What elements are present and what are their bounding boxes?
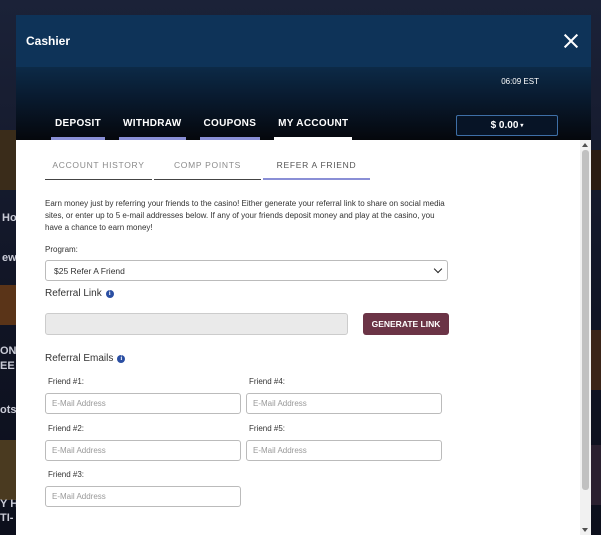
clock: 06:09 EST bbox=[501, 77, 539, 86]
scroll-down-icon[interactable] bbox=[582, 528, 588, 532]
background-thumbnail bbox=[0, 130, 16, 190]
balance-amount: $ 0.00 bbox=[490, 120, 519, 131]
tab-my-account[interactable]: MY ACCOUNT bbox=[274, 118, 353, 140]
friend-2-email-field[interactable]: E-Mail Address bbox=[45, 440, 241, 461]
friend-5-label: Friend #5: bbox=[249, 424, 286, 433]
background-text: EE bbox=[0, 360, 15, 372]
sub-tabs: ACCOUNT HISTORY COMP POINTS REFER A FRIE… bbox=[45, 160, 580, 180]
referral-emails-heading: Referral Emails i bbox=[45, 353, 580, 364]
friend-1-email-field[interactable]: E-Mail Address bbox=[45, 393, 241, 414]
background-text: ots bbox=[0, 404, 17, 416]
caret-down-icon: ▾ bbox=[520, 123, 524, 129]
tab-withdraw[interactable]: WITHDRAW bbox=[119, 118, 186, 140]
scrollbar-thumb[interactable] bbox=[582, 150, 589, 490]
referral-link-field[interactable] bbox=[45, 313, 348, 335]
intro-text: Earn money just by referring your friend… bbox=[45, 199, 445, 232]
referral-emails-title: Referral Emails bbox=[45, 353, 114, 364]
program-select[interactable]: $25 Refer A Friend bbox=[45, 260, 448, 281]
modal-title: Cashier bbox=[26, 34, 71, 48]
tab-account-history[interactable]: ACCOUNT HISTORY bbox=[45, 160, 152, 180]
close-icon[interactable] bbox=[563, 33, 579, 49]
refer-a-friend-panel: ACCOUNT HISTORY COMP POINTS REFER A FRIE… bbox=[16, 140, 580, 535]
referral-link-title: Referral Link bbox=[45, 288, 102, 299]
friend-5-group: Friend #5: E-Mail Address bbox=[246, 424, 443, 461]
friend-4-label: Friend #4: bbox=[249, 377, 286, 386]
main-tabs: DEPOSIT WITHDRAW COUPONS MY ACCOUNT bbox=[51, 118, 353, 140]
scroll-up-icon[interactable] bbox=[582, 143, 588, 147]
friend-3-email-field[interactable]: E-Mail Address bbox=[45, 486, 241, 507]
friend-4-email-field[interactable]: E-Mail Address bbox=[246, 393, 442, 414]
cashier-nav: 06:09 EST DEPOSIT WITHDRAW COUPONS MY AC… bbox=[16, 67, 591, 140]
chevron-down-icon bbox=[433, 264, 443, 274]
friend-email-grid: Friend #1: E-Mail Address Friend #2: E-M… bbox=[45, 377, 580, 527]
background-thumbnail bbox=[0, 285, 16, 325]
program-label: Program: bbox=[45, 245, 78, 254]
balance-dropdown[interactable]: $ 0.00 ▾ bbox=[456, 115, 558, 136]
friend-1-group: Friend #1: E-Mail Address bbox=[45, 377, 242, 414]
background-text: Ho bbox=[2, 212, 17, 224]
content-scrollbar[interactable] bbox=[580, 140, 591, 535]
friend-3-label: Friend #3: bbox=[48, 470, 85, 479]
info-icon[interactable]: i bbox=[105, 289, 114, 298]
friend-1-label: Friend #1: bbox=[48, 377, 85, 386]
background-text: TI- bbox=[0, 512, 14, 524]
friend-4-group: Friend #4: E-Mail Address bbox=[246, 377, 443, 414]
tab-deposit[interactable]: DEPOSIT bbox=[51, 118, 105, 140]
friend-3-group: Friend #3: E-Mail Address bbox=[45, 470, 242, 507]
friend-2-group: Friend #2: E-Mail Address bbox=[45, 424, 242, 461]
tab-refer-a-friend[interactable]: REFER A FRIEND bbox=[263, 160, 370, 180]
friend-5-email-field[interactable]: E-Mail Address bbox=[246, 440, 442, 461]
background-text: ON bbox=[0, 345, 17, 357]
generate-link-button[interactable]: GENERATE LINK bbox=[363, 313, 449, 335]
cashier-modal: Cashier 06:09 EST DEPOSIT WITHDRAW COUPO… bbox=[16, 15, 591, 535]
info-icon[interactable]: i bbox=[117, 354, 126, 363]
program-selected-value: $25 Refer A Friend bbox=[54, 265, 125, 276]
referral-link-row: GENERATE LINK bbox=[45, 313, 580, 335]
friend-2-label: Friend #2: bbox=[48, 424, 85, 433]
background-text: ew bbox=[2, 252, 17, 264]
background-thumbnail bbox=[0, 440, 16, 500]
modal-header: Cashier bbox=[16, 15, 591, 67]
tab-coupons[interactable]: COUPONS bbox=[199, 118, 261, 140]
referral-link-heading: Referral Link i bbox=[45, 288, 580, 299]
tab-comp-points[interactable]: COMP POINTS bbox=[154, 160, 261, 180]
